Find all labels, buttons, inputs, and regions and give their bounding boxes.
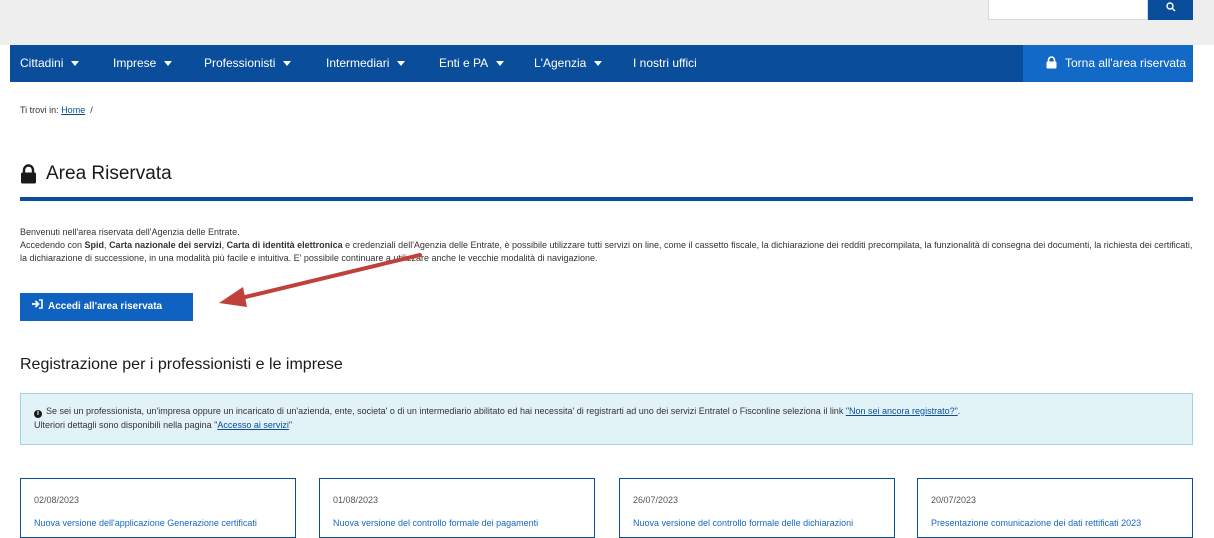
access-reserved-area-button[interactable]: Accedi all'area riservata — [20, 293, 193, 321]
caret-down-icon — [594, 61, 603, 67]
more-text-end: " — [288, 420, 293, 430]
info-line-2: Ulteriori dettagli sono disponibili nell… — [34, 418, 1192, 432]
back-to-reserved-area-label: Torna all'area riservata — [1065, 56, 1187, 70]
search-icon — [1165, 2, 1175, 12]
info-line-1: i Se sei un professionista, un'impresa op… — [34, 404, 1192, 418]
nav-item-label: Imprese — [113, 56, 157, 70]
lock-icon — [21, 164, 36, 184]
nav-item-cittadini[interactable]: Cittadini — [20, 45, 80, 82]
news-title-link[interactable]: Presentazione comunicazione dei dati ret… — [931, 518, 1141, 528]
lock-icon — [1046, 56, 1057, 69]
news-date: 26/07/2023 — [633, 495, 679, 505]
back-to-reserved-area-button[interactable]: Torna all'area riservata — [1023, 45, 1193, 82]
news-date: 02/08/2023 — [34, 495, 80, 505]
info-text: Se sei un professionista, un'impresa opp… — [46, 406, 846, 416]
nav-item-label: Enti e PA — [439, 56, 489, 70]
nav-item-agenzia[interactable]: L'Agenzia — [534, 45, 603, 82]
news-card[interactable]: 02/08/2023 Nuova versione dell'applicazi… — [20, 478, 296, 538]
news-title-link[interactable]: Nuova versione dell'applicazione Generaz… — [34, 518, 257, 528]
nav-item-label: Intermediari — [326, 56, 390, 70]
page-title-text: Area Riservata — [46, 163, 172, 184]
access-reserved-area-label: Accedi all'area riservata — [48, 301, 163, 312]
access-services-link[interactable]: Accesso ai servizi — [217, 420, 289, 430]
nav-item-enti-pa[interactable]: Enti e PA — [439, 45, 505, 82]
sign-in-icon — [32, 293, 43, 321]
nav-item-imprese[interactable]: Imprese — [113, 45, 173, 82]
intro-welcome: Benvenuti nell'area riservata dell'Agenz… — [20, 227, 240, 237]
caret-down-icon — [71, 61, 80, 67]
intro-text-part: Accedendo con — [20, 240, 85, 250]
nav-item-intermediari[interactable]: Intermediari — [326, 45, 406, 82]
caret-down-icon — [496, 61, 505, 67]
breadcrumb-home-link[interactable]: Home — [61, 105, 85, 115]
registration-info-box: i Se sei un professionista, un'impresa op… — [20, 393, 1193, 445]
nav-item-label: L'Agenzia — [534, 56, 587, 70]
annotation-arrow-icon — [219, 253, 422, 307]
info-text-end: . — [957, 406, 961, 416]
title-divider — [20, 197, 1193, 201]
news-card[interactable]: 01/08/2023 Nuova versione del controllo … — [319, 478, 595, 538]
news-card[interactable]: 26/07/2023 Nuova versione del controllo … — [619, 478, 895, 538]
info-icon: i — [34, 410, 42, 418]
news-date: 01/08/2023 — [333, 495, 379, 505]
intro-text: Benvenuti nell'area riservata dell'Agenz… — [20, 226, 1193, 265]
caret-down-icon — [164, 61, 173, 67]
news-title-link[interactable]: Nuova versione del controllo formale del… — [633, 518, 853, 528]
breadcrumb-prefix: Ti trovi in: — [20, 105, 59, 115]
intro-description: Accedendo con Spid, Carta nazionale dei … — [20, 239, 1193, 265]
breadcrumb-separator: / — [90, 105, 93, 115]
intro-cns: Carta nazionale dei servizi — [109, 240, 222, 250]
more-text: Ulteriori dettagli sono disponibili nell… — [34, 420, 218, 430]
intro-spid: Spid — [84, 240, 105, 250]
registration-section-title: Registrazione per i professionisti e le … — [20, 356, 343, 373]
news-date: 20/07/2023 — [931, 495, 977, 505]
main-navigation: Cittadini Imprese Professionisti Interme… — [10, 45, 1193, 82]
news-card[interactable]: 20/07/2023 Presentazione comunicazione d… — [917, 478, 1193, 538]
nav-item-professionisti[interactable]: Professionisti — [204, 45, 292, 82]
nav-item-nostri-uffici[interactable]: I nostri uffici — [633, 45, 697, 82]
intro-cie: Carta di identità elettronica — [226, 240, 343, 250]
caret-down-icon — [283, 61, 292, 67]
nav-item-label: I nostri uffici — [633, 56, 697, 70]
news-title-link[interactable]: Nuova versione del controllo formale dei… — [333, 518, 538, 528]
search-button[interactable] — [1148, 0, 1193, 20]
breadcrumb: Ti trovi in: Home / — [20, 105, 93, 115]
nav-item-label: Professionisti — [204, 56, 276, 70]
search-input[interactable] — [988, 0, 1148, 20]
not-registered-link[interactable]: "Non sei ancora registrato?" — [846, 406, 958, 416]
nav-item-label: Cittadini — [20, 56, 64, 70]
caret-down-icon — [397, 61, 406, 67]
